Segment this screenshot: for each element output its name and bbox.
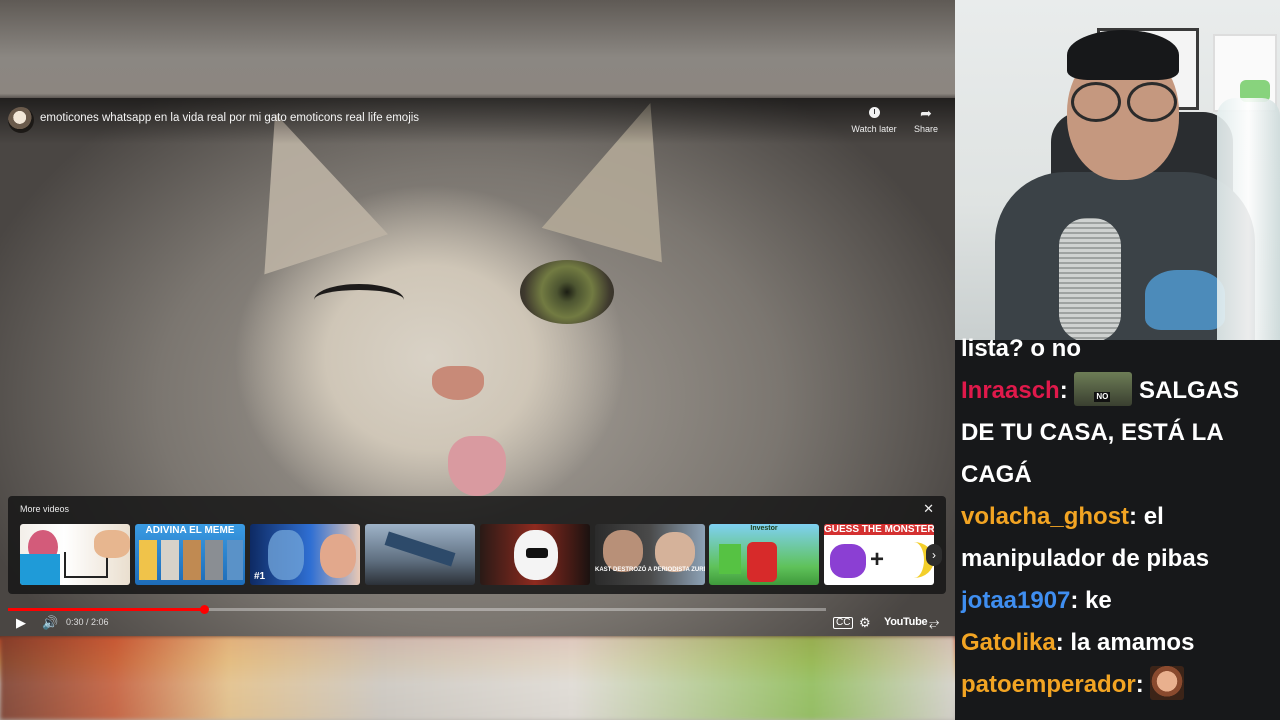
streamer-hair	[1067, 30, 1179, 80]
chat-message: CAGÁ	[961, 461, 1032, 488]
volume-icon[interactable]: 🔊	[42, 615, 58, 631]
chat-username[interactable]: jotaa1907	[961, 587, 1070, 614]
share-button[interactable]: ➦ Share	[898, 106, 954, 134]
chat-emote: NO	[1074, 372, 1133, 406]
share-label: Share	[913, 124, 939, 134]
progress-played	[8, 608, 205, 611]
video-thumbnail[interactable]: KAST DESTROZÓ A PERIODISTA ZURDO QUE LLO…	[595, 524, 705, 585]
chat-line: volacha_ghost: el	[961, 503, 1164, 530]
cat-winking-eye	[314, 284, 404, 316]
video-thumbnail[interactable]: Investor	[709, 524, 819, 585]
chat-message: DE TU CASA, ESTÁ LA	[961, 419, 1224, 446]
chat-message: ke	[1078, 587, 1112, 614]
close-icon[interactable]: ✕	[923, 501, 934, 517]
cat-nose	[432, 366, 484, 400]
more-videos-label: More videos	[20, 504, 70, 514]
chat-message: manipulador de pibas	[961, 545, 1210, 572]
next-arrow-icon[interactable]: ›	[926, 544, 942, 566]
watch-later-label: Watch later	[851, 124, 897, 134]
video-thumbnail[interactable]: GUESS THE MONSTER +	[824, 524, 934, 585]
chat-username[interactable]: Inraasch	[961, 377, 1060, 404]
video-thumbnail[interactable]	[480, 524, 590, 585]
chat-message: lista? o no	[961, 335, 1081, 362]
chat-line: patoemperador:	[961, 664, 1277, 706]
cat-open-eye	[520, 260, 614, 324]
background-blur	[0, 636, 955, 720]
chat-username[interactable]: patoemperador	[961, 671, 1136, 698]
chat-overlay: lista? o no Inraasch: NO SALGAS DE TU CA…	[955, 335, 1280, 720]
share-icon: ➦	[920, 105, 932, 121]
gear-icon[interactable]: ⚙	[859, 615, 871, 631]
video-thumbnail[interactable]: #1	[250, 524, 360, 585]
video-title[interactable]: emoticones whatsapp en la vida real por …	[40, 112, 419, 124]
time-display: 0:30 / 2:06	[66, 617, 109, 627]
channel-avatar[interactable]	[8, 107, 34, 133]
video-player[interactable]: emoticones whatsapp en la vida real por …	[0, 98, 955, 636]
chat-username[interactable]: volacha_ghost	[961, 503, 1129, 530]
chat-line: manipulador de pibas	[961, 538, 1277, 580]
chat-message: SALGAS	[1132, 377, 1240, 404]
water-bottle	[1217, 98, 1280, 340]
play-icon[interactable]: ▶	[16, 615, 26, 631]
youtube-logo[interactable]: YouTube	[884, 616, 928, 628]
microphone	[1059, 218, 1121, 340]
chat-line: lista? o no	[961, 328, 1277, 370]
video-thumbnail[interactable]	[365, 524, 475, 585]
chat-line: DE TU CASA, ESTÁ LA	[961, 412, 1277, 454]
captions-icon[interactable]: CC	[833, 617, 854, 629]
more-videos-panel: More videos ✕ ADIVINA EL MEME #1 KAST DE…	[8, 496, 946, 594]
clock-icon	[846, 106, 902, 120]
watch-later-button[interactable]: Watch later	[846, 106, 902, 134]
shirt-print	[1145, 270, 1225, 330]
video-thumbnail[interactable]	[20, 524, 130, 585]
chat-line: Inraasch: NO SALGAS	[961, 370, 1277, 412]
video-thumbnail[interactable]: ADIVINA EL MEME	[135, 524, 245, 585]
exit-fullscreen-icon[interactable]: ⥂	[929, 615, 939, 631]
player-top-bar: emoticones whatsapp en la vida real por …	[0, 98, 955, 144]
chat-message	[1144, 671, 1151, 698]
chat-message: el	[1137, 503, 1164, 530]
progress-bar[interactable]	[8, 605, 826, 614]
chat-line: CAGÁ	[961, 454, 1277, 496]
chat-emote	[1150, 666, 1185, 700]
chat-line: jotaa1907: ke	[961, 587, 1112, 614]
glasses	[1067, 82, 1177, 122]
webcam-overlay	[955, 0, 1280, 340]
chat-message: la amamos	[1063, 629, 1195, 656]
cat-tongue	[448, 436, 506, 496]
player-controls: ▶ 🔊 0:30 / 2:06 CC ⚙ YouTube ⥂	[0, 612, 955, 636]
chat-username[interactable]: Gatolika	[961, 629, 1056, 656]
chat-line: Gatolika: la amamos	[961, 629, 1195, 656]
